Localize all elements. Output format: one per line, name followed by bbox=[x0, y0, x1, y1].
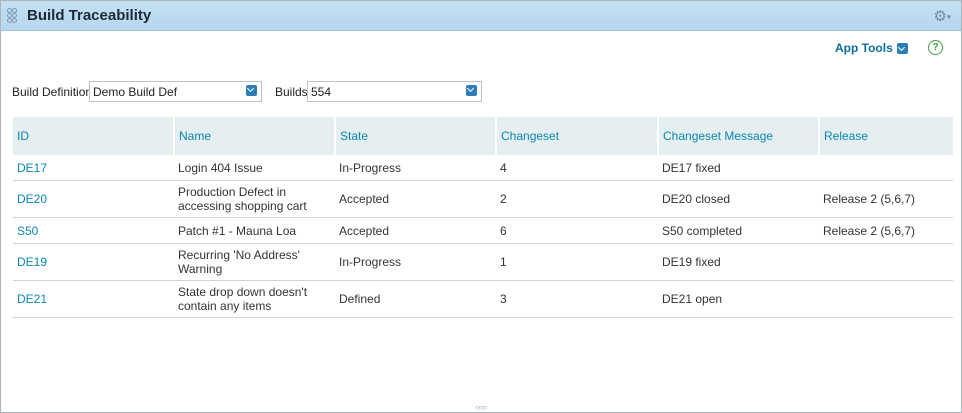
table-row: DE21 State drop down doesn't contain any… bbox=[13, 280, 953, 318]
row-release bbox=[819, 243, 953, 281]
row-message: DE17 fixed bbox=[658, 155, 819, 181]
table-row: DE17 Login 404 Issue In-Progress 4 DE17 … bbox=[13, 155, 953, 181]
row-release: Release 2 (5,6,7) bbox=[819, 217, 953, 244]
row-changeset: 3 bbox=[496, 280, 658, 318]
panel-title: Build Traceability bbox=[27, 7, 152, 24]
panel-titlebar: Build Traceability ⚙▾ bbox=[1, 1, 961, 31]
build-definition-label: Build Definition bbox=[12, 85, 93, 99]
column-header-state[interactable]: State bbox=[335, 117, 497, 155]
row-message: S50 completed bbox=[658, 217, 819, 244]
row-state: In-Progress bbox=[335, 155, 496, 181]
row-changeset: 4 bbox=[496, 155, 658, 181]
table-header-row: ID Name State Changeset Changeset Messag… bbox=[13, 117, 953, 155]
build-definition-value: Demo Build Def bbox=[93, 85, 178, 99]
row-id-link[interactable]: DE19 bbox=[13, 243, 174, 281]
row-name: State drop down doesn't contain any item… bbox=[174, 280, 335, 318]
builds-value: 554 bbox=[311, 85, 332, 99]
row-release: Release 2 (5,6,7) bbox=[819, 180, 953, 218]
row-message: DE21 open bbox=[658, 280, 819, 318]
chevron-down-icon[interactable] bbox=[466, 85, 477, 96]
row-name: Patch #1 - Mauna Loa bbox=[174, 217, 335, 244]
column-header-name[interactable]: Name bbox=[174, 117, 336, 155]
row-name: Login 404 Issue bbox=[174, 155, 335, 181]
column-header-changeset-message[interactable]: Changeset Message bbox=[658, 117, 820, 155]
traceability-table: ID Name State Changeset Changeset Messag… bbox=[13, 117, 953, 318]
row-name: Recurring 'No Address' Warning bbox=[174, 243, 335, 281]
chevron-down-icon[interactable] bbox=[246, 85, 257, 96]
row-state: Accepted bbox=[335, 217, 496, 244]
column-header-id[interactable]: ID bbox=[13, 117, 175, 155]
builds-select[interactable]: 554 bbox=[307, 81, 482, 102]
resize-handle-icon[interactable]: ○○○ bbox=[475, 403, 487, 412]
row-state: Accepted bbox=[335, 180, 496, 218]
row-changeset: 6 bbox=[496, 217, 658, 244]
row-id-link[interactable]: DE17 bbox=[13, 155, 174, 181]
column-header-release[interactable]: Release bbox=[819, 117, 953, 155]
row-id-link[interactable]: S50 bbox=[13, 217, 174, 244]
column-header-changeset[interactable]: Changeset bbox=[496, 117, 659, 155]
table-row: DE20 Production Defect in accessing shop… bbox=[13, 180, 953, 218]
row-release bbox=[819, 280, 953, 318]
build-definition-select[interactable]: Demo Build Def bbox=[89, 81, 262, 102]
builds-label: Builds bbox=[275, 85, 308, 99]
row-state: Defined bbox=[335, 280, 496, 318]
row-changeset: 1 bbox=[496, 243, 658, 281]
chevron-down-icon[interactable] bbox=[897, 43, 908, 54]
row-message: DE20 closed bbox=[658, 180, 819, 218]
row-id-link[interactable]: DE21 bbox=[13, 280, 174, 318]
app-tools-link[interactable]: App Tools bbox=[835, 41, 893, 55]
gear-icon[interactable]: ⚙▾ bbox=[934, 7, 951, 25]
row-id-link[interactable]: DE20 bbox=[13, 180, 174, 218]
row-release bbox=[819, 155, 953, 181]
build-traceability-panel: Build Traceability ⚙▾ App Tools ? Build … bbox=[0, 0, 962, 413]
row-name: Production Defect in accessing shopping … bbox=[174, 180, 335, 218]
table-row: DE19 Recurring 'No Address' Warning In-P… bbox=[13, 243, 953, 281]
row-changeset: 2 bbox=[496, 180, 658, 218]
table-row: S50 Patch #1 - Mauna Loa Accepted 6 S50 … bbox=[13, 217, 953, 244]
help-icon[interactable]: ? bbox=[928, 40, 943, 55]
row-state: In-Progress bbox=[335, 243, 496, 281]
row-message: DE19 fixed bbox=[658, 243, 819, 281]
drag-handle-icon[interactable] bbox=[7, 8, 17, 24]
